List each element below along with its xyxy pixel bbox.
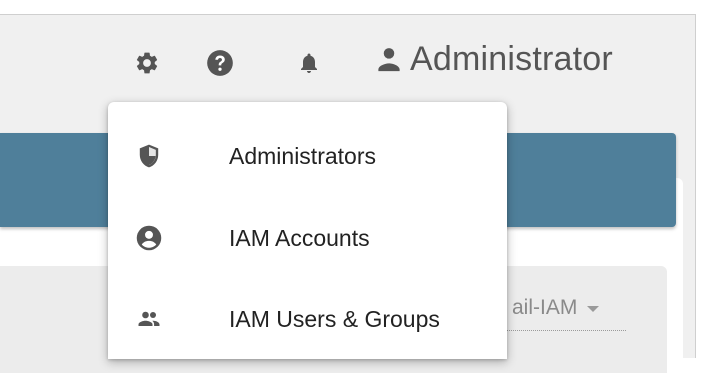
account-select-value: ail-IAM <box>512 296 578 319</box>
people-icon <box>134 304 164 334</box>
app-background: ail-IAM Administrator Administrators IAM… <box>0 14 696 373</box>
account-circle-icon <box>134 223 164 253</box>
user-name: Administrator <box>410 40 613 78</box>
menu-item-iam-users-groups[interactable]: IAM Users & Groups <box>108 283 507 355</box>
menu-item-iam-accounts[interactable]: IAM Accounts <box>108 202 507 274</box>
gear-icon <box>136 52 158 74</box>
menu-item-label: IAM Users & Groups <box>229 305 440 332</box>
chevron-down-icon <box>587 306 600 312</box>
account-select[interactable]: ail-IAM <box>504 286 626 331</box>
help-button[interactable] <box>205 48 235 78</box>
help-icon <box>207 50 233 76</box>
admin-dropdown-menu: Administrators IAM Accounts IAM Users & … <box>108 102 507 359</box>
window: ail-IAM Administrator Administrators IAM… <box>0 0 710 373</box>
menu-item-administrators[interactable]: Administrators <box>108 120 507 192</box>
person-icon <box>378 48 400 72</box>
user-menu[interactable]: Administrator <box>374 39 613 79</box>
menu-item-label: IAM Accounts <box>229 224 370 251</box>
bell-icon <box>301 53 317 73</box>
notifications-button[interactable] <box>294 48 324 78</box>
menu-item-label: Administrators <box>229 142 376 169</box>
shield-icon <box>134 141 164 171</box>
settings-button[interactable] <box>132 48 162 78</box>
